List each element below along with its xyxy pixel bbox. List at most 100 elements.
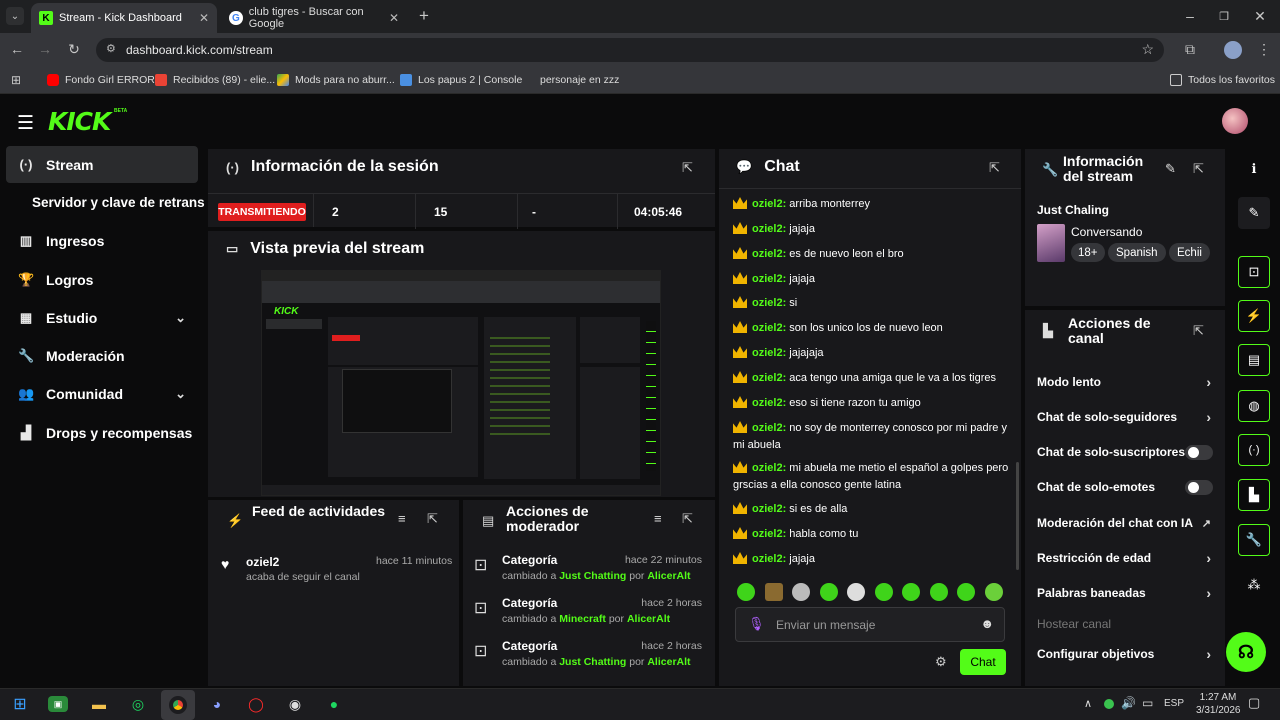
obs-icon[interactable]: ◉: [283, 692, 307, 716]
forward-icon[interactable]: →: [35, 39, 55, 59]
action-age-restriction[interactable]: Restricción de edad ›: [1037, 548, 1217, 568]
sidebar-item-drops[interactable]: ▟ Drops y recompensas: [6, 414, 198, 451]
info-icon[interactable]: ℹ: [1238, 153, 1270, 185]
action-ai-moderation[interactable]: Moderación del chat con IA ↗: [1037, 513, 1217, 533]
opera-gx-icon[interactable]: ◯: [244, 692, 268, 716]
emote-icon[interactable]: [765, 583, 783, 601]
chat-scrollbar[interactable]: [1016, 462, 1019, 570]
address-bar[interactable]: ⚙ dashboard.kick.com/stream ☆: [96, 38, 1164, 62]
tray-chevron-icon[interactable]: ∧: [1084, 697, 1092, 710]
apps-icon[interactable]: ⁂: [1238, 569, 1270, 601]
apps-grid-icon[interactable]: ⊞: [6, 70, 26, 90]
clock[interactable]: 1:27 AM 3/31/2026: [1196, 691, 1241, 717]
browser-tab-kick[interactable]: K Stream - Kick Dashboard ✕: [31, 3, 217, 33]
sidebar-item-comunidad[interactable]: 👥 Comunidad ⌄: [6, 375, 198, 412]
site-info-icon[interactable]: ⚙: [106, 42, 116, 55]
sidebar-item-ingresos[interactable]: ▥ Ingresos: [6, 222, 198, 259]
send-chat-button[interactable]: Chat: [960, 649, 1006, 675]
toggle-switch[interactable]: [1185, 445, 1213, 460]
action-slow-mode[interactable]: Modo lento ›: [1037, 372, 1217, 392]
broadcast-icon[interactable]: (·): [1238, 434, 1270, 466]
popout-icon[interactable]: ⇱: [989, 160, 1000, 176]
scan-icon[interactable]: ⊡: [1238, 256, 1270, 288]
popout-icon[interactable]: ⇱: [427, 511, 438, 527]
filter-icon[interactable]: ≡: [398, 511, 406, 526]
category-name[interactable]: Conversando: [1071, 225, 1142, 239]
edit-pencil-icon[interactable]: ✎: [1238, 197, 1270, 229]
chat-bubble-icon[interactable]: ◍: [1238, 390, 1270, 422]
edit-pencil-icon[interactable]: ✎: [1165, 161, 1176, 177]
emote-icon[interactable]: [957, 583, 975, 601]
xbox-app-icon[interactable]: ▣: [48, 696, 68, 712]
sidebar-item-logros[interactable]: 🏆 Logros: [6, 261, 198, 298]
sidebar-item-server-key[interactable]: Servidor y clave de retransmisión: [6, 184, 205, 221]
tray-status-icon[interactable]: [1104, 699, 1114, 709]
browser-menu-icon[interactable]: ⋮: [1254, 39, 1274, 59]
action-subscribers-only[interactable]: Chat de solo-suscriptores: [1037, 442, 1217, 462]
action-configure-goals[interactable]: Configurar objetivos ›: [1037, 644, 1217, 664]
windows-start-icon[interactable]: ⊞: [8, 692, 32, 716]
razer-icon[interactable]: ◎: [126, 692, 150, 716]
close-window-icon[interactable]: ✕: [1250, 6, 1270, 26]
document-icon[interactable]: ▤: [1238, 344, 1270, 376]
wrench-icon[interactable]: 🔧: [1238, 524, 1270, 556]
bookmark-item[interactable]: Los papus 2 | Console: [400, 66, 522, 94]
chrome-taskbar-icon[interactable]: [161, 690, 195, 720]
channel-actions-icon[interactable]: ▙: [1238, 479, 1270, 511]
bookmark-item[interactable]: Mods para no aburr...: [277, 66, 395, 94]
volume-icon[interactable]: 🔊: [1121, 696, 1136, 710]
emote-icon[interactable]: [902, 583, 920, 601]
sidebar-item-stream[interactable]: (·) Stream: [6, 146, 198, 183]
new-tab-icon[interactable]: +: [414, 6, 434, 26]
network-icon[interactable]: ▭: [1142, 696, 1153, 710]
bookmark-item[interactable]: personaje en zzz: [540, 66, 619, 94]
file-explorer-icon[interactable]: ▬: [87, 692, 111, 716]
filter-icon[interactable]: ≡: [654, 511, 662, 526]
popout-icon[interactable]: ⇱: [1193, 161, 1204, 177]
sidebar-item-estudio[interactable]: ▦ Estudio ⌄: [6, 299, 198, 336]
emote-icon[interactable]: [792, 583, 810, 601]
emote-icon[interactable]: [820, 583, 838, 601]
chat-input[interactable]: 🎙 Enviar un mensaje ☻: [735, 607, 1005, 642]
action-emotes-only[interactable]: Chat de solo-emotes: [1037, 477, 1217, 497]
language-indicator[interactable]: ESP: [1164, 698, 1184, 709]
kick-logo[interactable]: KICK: [48, 107, 111, 136]
microphone-icon[interactable]: 🎙: [748, 616, 765, 632]
hamburger-menu-icon[interactable]: ☰: [17, 112, 34, 135]
minimize-icon[interactable]: –: [1180, 6, 1200, 26]
profile-avatar[interactable]: [1224, 41, 1242, 59]
lightning-icon[interactable]: ⚡: [1238, 300, 1270, 332]
emote-icon[interactable]: [985, 583, 1003, 601]
action-banned-words[interactable]: Palabras baneadas ›: [1037, 583, 1217, 603]
action-followers-only[interactable]: Chat de solo-seguidores ›: [1037, 407, 1217, 427]
popout-icon[interactable]: ⇱: [1193, 323, 1204, 339]
browser-tab-google[interactable]: G club tigres - Buscar con Google ✕: [221, 3, 407, 33]
extensions-icon[interactable]: ⧉: [1180, 39, 1200, 59]
restore-icon[interactable]: ❐: [1214, 6, 1234, 26]
emote-icon[interactable]: [737, 583, 755, 601]
spotify-icon[interactable]: ●: [322, 692, 346, 716]
emote-icon[interactable]: [875, 583, 893, 601]
emoji-icon[interactable]: ☻: [980, 616, 994, 631]
emote-icon[interactable]: [847, 583, 865, 601]
popout-icon[interactable]: ⇱: [682, 511, 693, 527]
bookmark-star-icon[interactable]: ☆: [1141, 41, 1154, 58]
user-avatar[interactable]: [1222, 108, 1248, 134]
all-bookmarks[interactable]: Todos los favoritos: [1170, 66, 1275, 94]
support-headset-icon[interactable]: ☊: [1226, 632, 1266, 672]
back-icon[interactable]: ←: [7, 39, 27, 59]
bookmark-item[interactable]: Fondo Girl ERROR: [47, 66, 155, 94]
popout-icon[interactable]: ⇱: [682, 160, 693, 176]
settings-gear-icon[interactable]: ⚙: [935, 654, 947, 670]
bookmark-item[interactable]: Recibidos (89) - elie...: [155, 66, 275, 94]
feed-user[interactable]: oziel2: [246, 555, 279, 569]
notification-icon[interactable]: ▢: [1248, 695, 1260, 711]
reload-icon[interactable]: ↻: [64, 39, 84, 59]
stream-preview-video[interactable]: KICK: [261, 270, 661, 496]
discord-icon[interactable]: ◕: [204, 692, 230, 716]
close-tab-icon[interactable]: ✕: [199, 11, 209, 25]
tab-search-icon[interactable]: ⌄: [6, 7, 24, 25]
sidebar-item-moderacion[interactable]: 🔧 Moderación: [6, 337, 198, 374]
close-tab-icon[interactable]: ✕: [389, 11, 399, 25]
toggle-switch[interactable]: [1185, 480, 1213, 495]
